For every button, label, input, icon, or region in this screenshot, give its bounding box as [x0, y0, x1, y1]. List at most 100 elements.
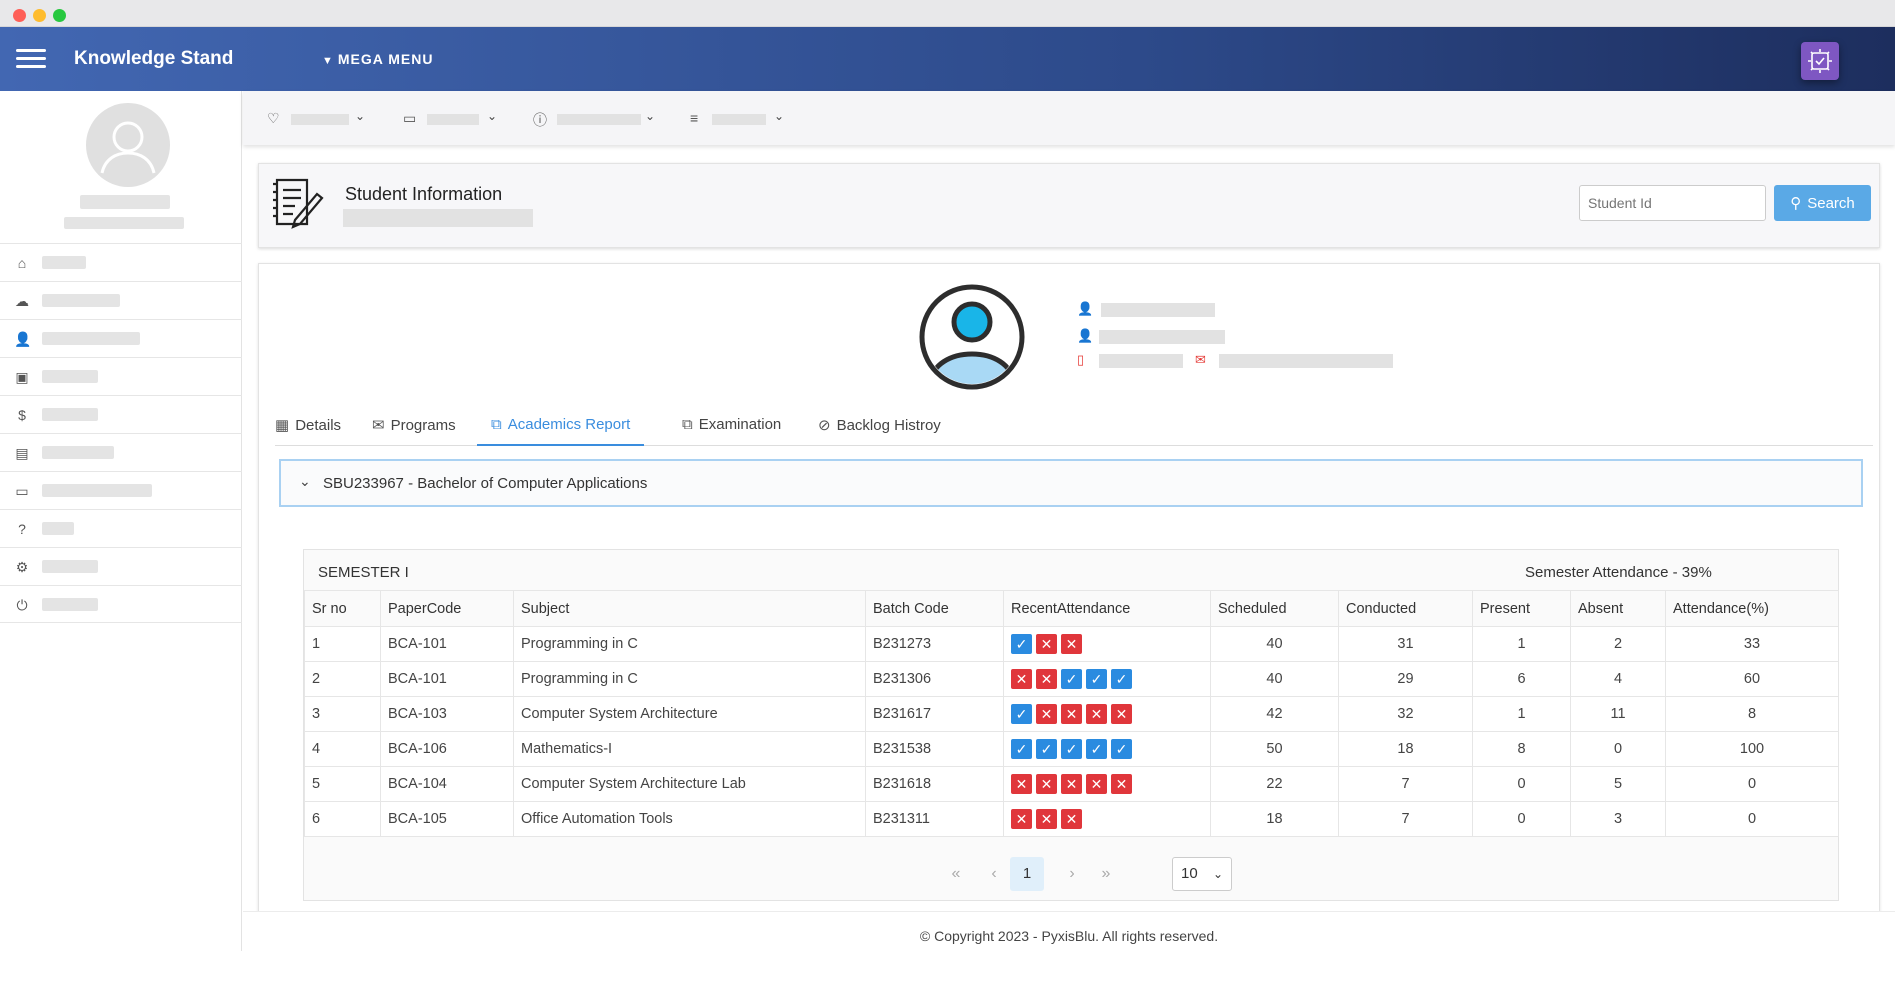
page-size-select[interactable]: 10 ⌄: [1172, 857, 1232, 891]
absent-cross-icon: ✕: [1086, 704, 1107, 724]
id-card-icon: ▭: [403, 110, 417, 126]
app-switcher-icon[interactable]: [1801, 42, 1839, 80]
copy-icon: ⧉: [682, 416, 693, 433]
close-window-button[interactable]: [13, 9, 26, 22]
column-header: Conducted: [1338, 590, 1473, 627]
cell-batch-code: B231617: [865, 696, 1004, 732]
sidebar-item-briefcase[interactable]: ▣: [0, 357, 242, 395]
cell-present: 0: [1472, 801, 1571, 837]
sidebar-label-placeholder: [42, 522, 74, 535]
maximize-window-button[interactable]: [53, 9, 66, 22]
student-info-header: Student Information ⚲ Search: [258, 163, 1880, 248]
help-icon: ?: [18, 521, 26, 537]
cell-batch-code: B231311: [865, 801, 1004, 837]
cell-batch-code: B231306: [865, 661, 1004, 697]
cell-attendance-percent: 60: [1665, 661, 1839, 697]
table-row: 4 BCA-106 Mathematics-I B231538 ✓ ✓ ✓ ✓ ✓ 50 18 8 0 1…: [304, 731, 1839, 767]
student-id-input[interactable]: [1579, 185, 1766, 221]
cell-subject: Computer System Architecture Lab: [513, 766, 866, 802]
present-check-icon: ✓: [1036, 739, 1057, 759]
cell-absent: 11: [1570, 696, 1666, 732]
column-header: RecentAttendance: [1003, 590, 1211, 627]
program-accordion[interactable]: ⌄ SBU233967 - Bachelor of Computer Appli…: [279, 459, 1863, 507]
sidebar-label-placeholder: [42, 408, 98, 421]
cell-subject: Office Automation Tools: [513, 801, 866, 837]
sidebar-item-fees[interactable]: $: [0, 395, 242, 433]
cell-present: 1: [1472, 696, 1571, 732]
list-menu[interactable]: ≡ ⌄: [690, 109, 790, 128]
sidebar-item-users[interactable]: 👤: [0, 319, 242, 357]
user-avatar[interactable]: [86, 103, 170, 187]
tab-academics-report[interactable]: ⧉ Academics Report: [477, 405, 645, 446]
inbox-icon: ✉: [372, 417, 385, 434]
menu-label-placeholder: [427, 114, 479, 125]
user-add-icon: 👤: [14, 331, 32, 347]
briefcase-icon: ▣: [15, 369, 29, 385]
tab-examination[interactable]: ⧉ Examination: [682, 405, 781, 446]
id-card-menu[interactable]: ▭ ⌄: [403, 109, 503, 128]
sidebar-label-placeholder: [42, 484, 152, 497]
window-titlebar: [0, 0, 1895, 27]
tab-details[interactable]: ▦ Details: [275, 405, 341, 446]
cell-recent-attendance: ✕ ✕ ✕: [1003, 801, 1211, 837]
program-label: SBU233967 - Bachelor of Computer Applica…: [323, 475, 648, 492]
cell-subject: Programming in C: [513, 626, 866, 662]
cell-paper-code: BCA-101: [380, 661, 514, 697]
sidebar-item-settings[interactable]: ⚙: [0, 547, 242, 585]
present-check-icon: ✓: [1111, 739, 1132, 759]
block-icon: ⊘: [818, 417, 831, 434]
first-page-button[interactable]: «: [939, 857, 973, 891]
dollar-icon: $: [18, 407, 26, 423]
sidebar-item-help[interactable]: ?: [0, 509, 242, 547]
cell-subject: Programming in C: [513, 661, 866, 697]
prev-page-button[interactable]: ‹: [977, 857, 1011, 891]
column-header: Batch Code: [865, 590, 1004, 627]
attendance-table: Sr no PaperCode Subject Batch Code Recen…: [304, 590, 1839, 837]
chevron-down-icon: ▼: [322, 55, 334, 67]
student-email-placeholder: [1219, 354, 1393, 368]
present-check-icon: ✓: [1086, 739, 1107, 759]
table-row: 5 BCA-104 Computer System Architecture Lab…: [304, 766, 1839, 802]
mega-menu-button[interactable]: ▼ MEGA MENU: [322, 51, 433, 67]
sidebar-label-placeholder: [42, 256, 86, 269]
cell-paper-code: BCA-106: [380, 731, 514, 767]
info-menu[interactable]: ⓘ ⌄: [533, 109, 663, 128]
tab-label: Academics Report: [507, 416, 631, 433]
cell-paper-code: BCA-104: [380, 766, 514, 802]
hamburger-menu-icon[interactable]: [16, 47, 46, 71]
cell-paper-code: BCA-103: [380, 696, 514, 732]
absent-cross-icon: ✕: [1036, 774, 1057, 794]
sidebar-item-payments[interactable]: ▭: [0, 471, 242, 509]
cell-attendance-percent: 0: [1665, 766, 1839, 802]
cell-absent: 2: [1570, 626, 1666, 662]
absent-cross-icon: ✕: [1061, 634, 1082, 654]
current-page-button[interactable]: 1: [1010, 857, 1044, 891]
sidebar-item-cloud[interactable]: ☁: [0, 281, 242, 319]
user-icon: 👤: [1077, 328, 1094, 343]
cell-attendance-percent: 33: [1665, 626, 1839, 662]
next-page-button[interactable]: ›: [1055, 857, 1089, 891]
minimize-window-button[interactable]: [33, 9, 46, 22]
favorites-menu[interactable]: ♡ ⌄: [267, 109, 367, 128]
money-icon: ▭: [15, 483, 29, 499]
document-icon: ▤: [15, 445, 29, 461]
semester-title: SEMESTER I: [318, 564, 409, 581]
sidebar-item-home[interactable]: ⌂: [0, 243, 242, 281]
sidebar-item-records[interactable]: ▤: [0, 433, 242, 471]
absent-cross-icon: ✕: [1061, 774, 1082, 794]
sidebar-item-logout[interactable]: ⏻: [0, 585, 242, 623]
search-button[interactable]: ⚲ Search: [1774, 185, 1871, 221]
cell-scheduled: 42: [1210, 696, 1339, 732]
tab-programs[interactable]: ✉ Programs: [372, 405, 456, 446]
cell-scheduled: 40: [1210, 661, 1339, 697]
absent-cross-icon: ✕: [1036, 634, 1057, 654]
app-brand[interactable]: Knowledge Stand: [74, 48, 233, 70]
home-icon: ⌂: [17, 255, 27, 271]
tab-backlog-history[interactable]: ⊘ Backlog Histroy: [818, 405, 941, 446]
last-page-button[interactable]: »: [1089, 857, 1123, 891]
cell-scheduled: 40: [1210, 626, 1339, 662]
student-parent-placeholder: [1099, 330, 1225, 344]
tab-label: Backlog Histroy: [836, 417, 941, 434]
absent-cross-icon: ✕: [1011, 774, 1032, 794]
column-header: Sr no: [304, 590, 381, 627]
